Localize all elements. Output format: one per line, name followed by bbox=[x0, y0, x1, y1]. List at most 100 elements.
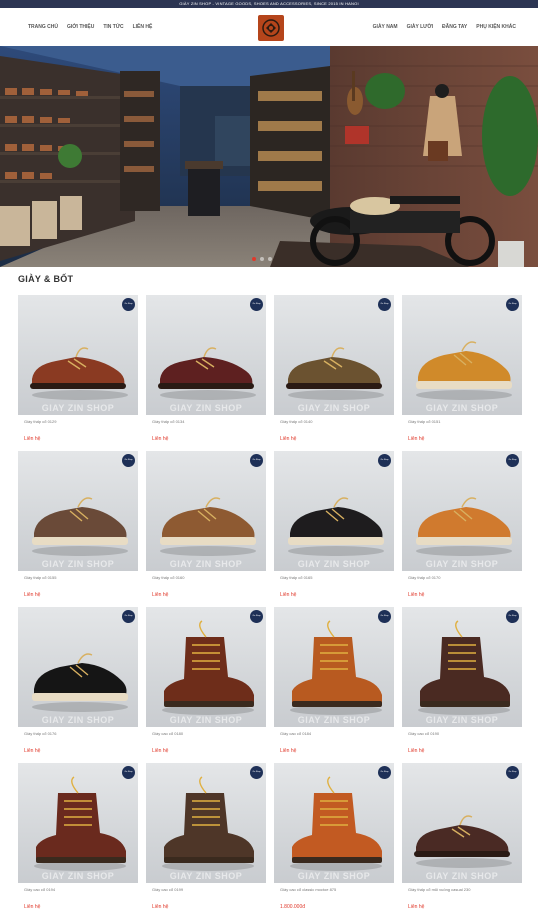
product-name[interactable]: Giày cao cổ 0180 bbox=[152, 731, 183, 736]
boot-icon bbox=[290, 620, 382, 715]
product-image[interactable]: Zin Shop GIAY ZIN SHOP bbox=[146, 763, 266, 883]
product-image[interactable]: Zin Shop GIAY ZIN SHOP bbox=[274, 763, 394, 883]
product-price[interactable]: 1.800.000đ bbox=[280, 904, 305, 910]
product-image[interactable]: Zin Shop GIAY ZIN SHOP bbox=[146, 451, 266, 571]
product-name[interactable]: Giày cao cổ 0199 bbox=[152, 887, 183, 892]
product-name[interactable]: Giày cao cổ 0184 bbox=[280, 731, 311, 736]
product-price[interactable]: Liên hệ bbox=[280, 748, 296, 754]
shoe-icon bbox=[32, 497, 128, 556]
product-price[interactable]: Liên hệ bbox=[152, 592, 168, 598]
product-name[interactable]: Giày thấp cổ mũi vuông casual 230 bbox=[408, 887, 470, 892]
product-price[interactable]: Liên hệ bbox=[408, 748, 424, 754]
shop-logo[interactable] bbox=[258, 15, 284, 41]
product-card[interactable]: Zin Shop GIAY ZIN SHOP Giày thấp cổ 0129… bbox=[18, 295, 138, 451]
shoe-icon bbox=[158, 347, 256, 400]
product-image[interactable]: Zin Shop GIAY ZIN SHOP bbox=[402, 763, 522, 883]
product-price[interactable]: Liên hệ bbox=[408, 436, 424, 442]
site-header: TRANG CHỦ GIỚI THIỆU TIN TỨC LIÊN HỆ GIÀ… bbox=[0, 8, 538, 46]
product-card[interactable]: Zin Shop GIAY ZIN SHOP Giày cao cổ class… bbox=[274, 763, 394, 917]
shop-badge: Zin Shop bbox=[378, 766, 391, 779]
watermark: GIAY ZIN SHOP bbox=[297, 559, 371, 569]
product-price[interactable]: Liên hệ bbox=[24, 436, 40, 442]
slider-dot-3[interactable] bbox=[268, 257, 272, 261]
product-name[interactable]: Giày thấp cổ 0151 bbox=[408, 419, 440, 424]
product-price[interactable]: Liên hệ bbox=[280, 592, 296, 598]
product-image[interactable]: Zin Shop GIAY ZIN SHOP bbox=[146, 295, 266, 415]
product-image[interactable]: Zin Shop GIAY ZIN SHOP bbox=[18, 451, 138, 571]
shop-badge: Zin Shop bbox=[250, 298, 263, 311]
product-card[interactable]: Zin Shop GIAY ZIN SHOP Giày thấp cổ 0155… bbox=[18, 451, 138, 607]
product-name[interactable]: Giày cao cổ 0190 bbox=[408, 731, 439, 736]
product-card[interactable]: Zin Shop GIAY ZIN SHOP Giày thấp cổ mũi … bbox=[402, 763, 522, 917]
watermark: GIAY ZIN SHOP bbox=[425, 715, 499, 725]
product-name[interactable]: Giày thấp cổ 0155 bbox=[24, 575, 56, 580]
product-card[interactable]: Zin Shop GIAY ZIN SHOP Giày cao cổ 0184 … bbox=[274, 607, 394, 763]
nav-handmade[interactable]: ĐĂNG TAY bbox=[442, 24, 467, 30]
hero-slider[interactable] bbox=[0, 46, 538, 267]
product-card[interactable]: Zin Shop GIAY ZIN SHOP Giày thấp cổ 0165… bbox=[274, 451, 394, 607]
watermark: GIAY ZIN SHOP bbox=[169, 871, 243, 881]
product-price[interactable]: Liên hệ bbox=[408, 592, 424, 598]
product-price[interactable]: Liên hệ bbox=[24, 592, 40, 598]
product-price[interactable]: Liên hệ bbox=[152, 748, 168, 754]
product-price[interactable]: Liên hệ bbox=[280, 436, 296, 442]
product-price[interactable]: Liên hệ bbox=[152, 436, 168, 442]
nav-contact[interactable]: LIÊN HỆ bbox=[133, 24, 153, 30]
product-image[interactable]: Zin Shop GIAY ZIN SHOP bbox=[18, 763, 138, 883]
product-name[interactable]: Giày thấp cổ 0165 bbox=[280, 575, 312, 580]
product-card[interactable]: Zin Shop GIAY ZIN SHOP Giày thấp cổ 0176… bbox=[18, 607, 138, 763]
boot-icon bbox=[290, 776, 382, 871]
product-card[interactable]: Zin Shop GIAY ZIN SHOP Giày cao cổ 0199 … bbox=[146, 763, 266, 917]
product-name[interactable]: Giày thấp cổ 0176 bbox=[24, 731, 56, 736]
watermark: GIAY ZIN SHOP bbox=[297, 871, 371, 881]
product-name[interactable]: Giày cao cổ classic moctoe 875 bbox=[280, 887, 336, 892]
product-price[interactable]: Liên hệ bbox=[152, 904, 168, 910]
product-card[interactable]: Zin Shop GIAY ZIN SHOP Giày thấp cổ 0134… bbox=[146, 295, 266, 451]
shop-badge: Zin Shop bbox=[122, 610, 135, 623]
product-image[interactable]: Zin Shop GIAY ZIN SHOP bbox=[402, 451, 522, 571]
product-card[interactable]: Zin Shop GIAY ZIN SHOP Giày thấp cổ 0170… bbox=[402, 451, 522, 607]
watermark: GIAY ZIN SHOP bbox=[41, 403, 115, 413]
shoe-icon bbox=[160, 497, 256, 556]
product-name[interactable]: Giày thấp cổ 0140 bbox=[280, 419, 312, 424]
product-name[interactable]: Giày thấp cổ 0129 bbox=[24, 419, 56, 424]
watermark: GIAY ZIN SHOP bbox=[425, 871, 499, 881]
slider-dot-2[interactable] bbox=[260, 257, 264, 261]
slider-dot-1[interactable] bbox=[252, 257, 256, 261]
shop-badge: Zin Shop bbox=[250, 454, 263, 467]
slider-dots bbox=[252, 257, 272, 261]
nav-about[interactable]: GIỚI THIỆU bbox=[67, 24, 94, 30]
product-image[interactable]: Zin Shop GIAY ZIN SHOP bbox=[274, 607, 394, 727]
product-name[interactable]: Giày thấp cổ 0160 bbox=[152, 575, 184, 580]
product-name[interactable]: Giày thấp cổ 0134 bbox=[152, 419, 184, 424]
product-image[interactable]: Zin Shop GIAY ZIN SHOP bbox=[274, 451, 394, 571]
product-image[interactable]: Zin Shop GIAY ZIN SHOP bbox=[402, 607, 522, 727]
nav-home[interactable]: TRANG CHỦ bbox=[28, 24, 58, 30]
watermark: GIAY ZIN SHOP bbox=[41, 559, 115, 569]
product-price[interactable]: Liên hệ bbox=[24, 748, 40, 754]
product-card[interactable]: Zin Shop GIAY ZIN SHOP Giày cao cổ 0180 … bbox=[146, 607, 266, 763]
product-price[interactable]: Liên hệ bbox=[408, 904, 424, 910]
product-card[interactable]: Zin Shop GIAY ZIN SHOP Giày cao cổ 0194 … bbox=[18, 763, 138, 917]
shop-badge: Zin Shop bbox=[506, 766, 519, 779]
announcement-bar: GIÀY ZIN SHOP - VINTAGE GOODS, SHOES AND… bbox=[0, 0, 538, 8]
product-name[interactable]: Giày cao cổ 0194 bbox=[24, 887, 55, 892]
product-card[interactable]: Zin Shop GIAY ZIN SHOP Giày thấp cổ 0160… bbox=[146, 451, 266, 607]
nav-loafers[interactable]: GIÀY LƯỜI bbox=[407, 24, 433, 30]
product-image[interactable]: Zin Shop GIAY ZIN SHOP bbox=[18, 607, 138, 727]
product-image[interactable]: Zin Shop GIAY ZIN SHOP bbox=[146, 607, 266, 727]
shop-badge: Zin Shop bbox=[250, 610, 263, 623]
product-image[interactable]: Zin Shop GIAY ZIN SHOP bbox=[402, 295, 522, 415]
product-card[interactable]: Zin Shop GIAY ZIN SHOP Giày thấp cổ 0140… bbox=[274, 295, 394, 451]
product-card[interactable]: Zin Shop GIAY ZIN SHOP Giày thấp cổ 0151… bbox=[402, 295, 522, 451]
nav-accessories[interactable]: PHỤ KIỆN KHÁC bbox=[476, 24, 516, 30]
product-image[interactable]: Zin Shop GIAY ZIN SHOP bbox=[274, 295, 394, 415]
shoe-icon bbox=[288, 497, 384, 556]
shoe-icon bbox=[286, 347, 384, 400]
product-price[interactable]: Liên hệ bbox=[24, 904, 40, 910]
product-image[interactable]: Zin Shop GIAY ZIN SHOP bbox=[18, 295, 138, 415]
nav-news[interactable]: TIN TỨC bbox=[103, 24, 123, 30]
product-name[interactable]: Giày thấp cổ 0170 bbox=[408, 575, 440, 580]
nav-men-shoes[interactable]: GIÀY NAM bbox=[373, 24, 398, 30]
product-card[interactable]: Zin Shop GIAY ZIN SHOP Giày cao cổ 0190 … bbox=[402, 607, 522, 763]
